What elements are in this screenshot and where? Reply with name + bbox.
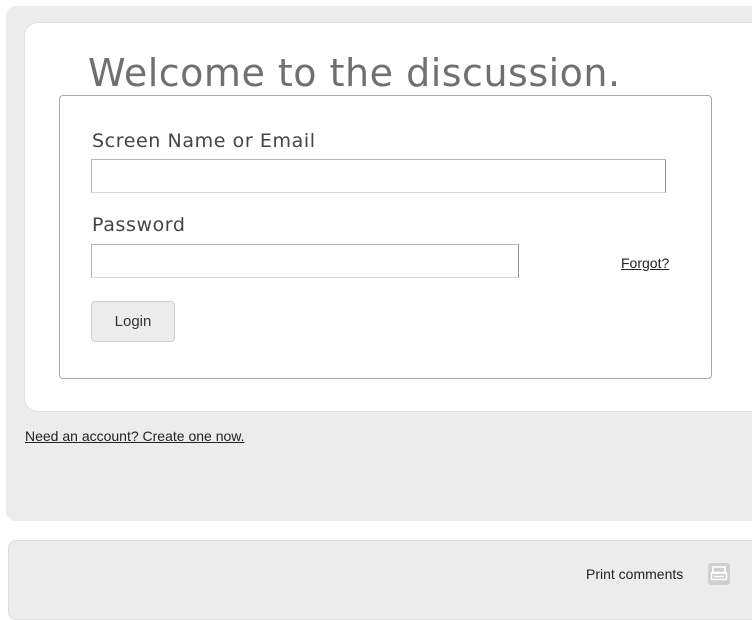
welcome-heading: Welcome to the discussion. xyxy=(88,51,621,95)
username-input[interactable] xyxy=(91,159,666,193)
forgot-password-link[interactable]: Forgot? xyxy=(621,255,669,271)
password-label: Password xyxy=(92,214,186,236)
printer-icon[interactable] xyxy=(708,563,730,585)
create-account-link[interactable]: Need an account? Create one now. xyxy=(25,428,245,444)
password-input[interactable] xyxy=(91,244,519,278)
username-label: Screen Name or Email xyxy=(92,130,316,152)
print-comments-link[interactable]: Print comments xyxy=(586,566,683,582)
login-button[interactable]: Login xyxy=(91,301,175,342)
